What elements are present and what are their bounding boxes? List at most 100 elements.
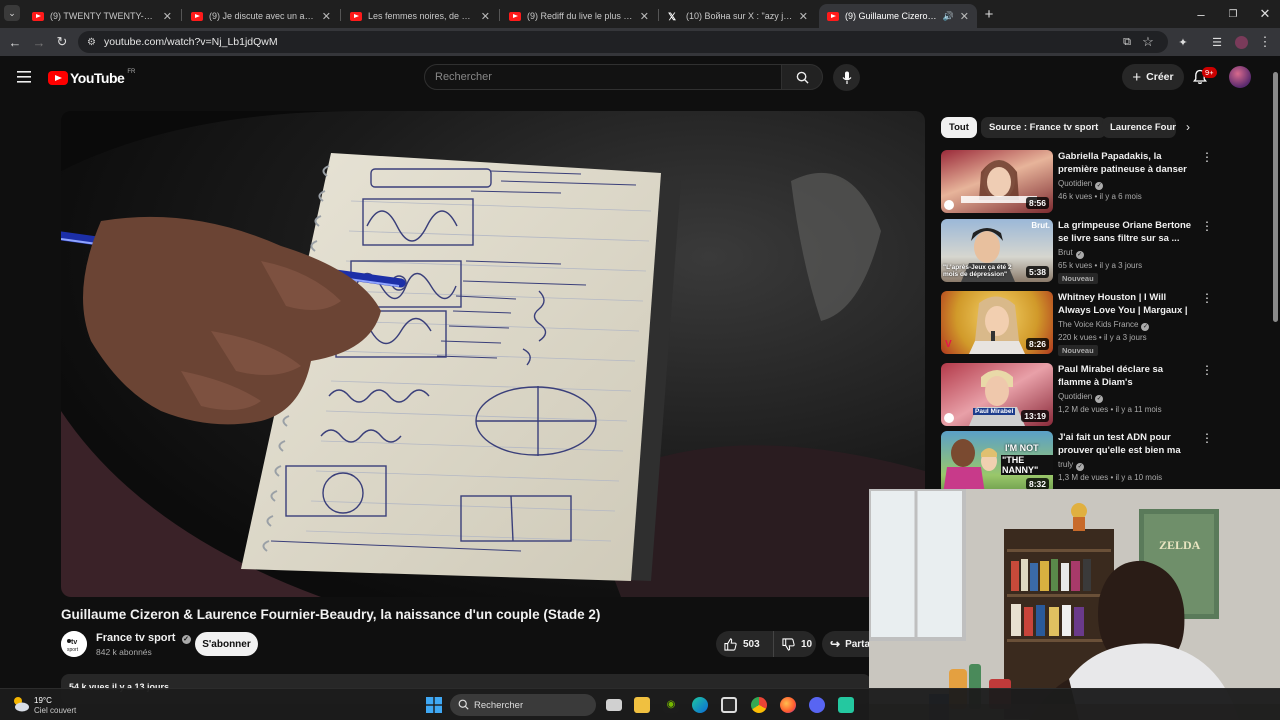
- video-frame-notebook: [61, 111, 925, 597]
- tab-4[interactable]: (9) Rediff du live le plus dur de ✕: [501, 4, 657, 28]
- channel-name[interactable]: France tv sport ✓: [96, 632, 191, 644]
- recommendation-title[interactable]: J'ai fait un test ADN pour prouver qu'el…: [1058, 431, 1198, 458]
- nvidia-icon[interactable]: ◉: [663, 697, 679, 713]
- taskbar-search[interactable]: Rechercher: [450, 694, 596, 716]
- subscribe-button[interactable]: S'abonner: [195, 632, 258, 656]
- forward-arrow-icon[interactable]: →: [30, 33, 48, 51]
- firefox-icon[interactable]: [780, 697, 796, 713]
- site-info-icon[interactable]: ⚙: [87, 37, 96, 48]
- create-button[interactable]: + Créer: [1122, 64, 1184, 90]
- recommendation-channel[interactable]: Brut ✓: [1058, 248, 1084, 259]
- chip-laurence[interactable]: Laurence Fourn: [1102, 117, 1176, 138]
- scrollbar-thumb[interactable]: [1273, 72, 1278, 322]
- bookmark-star-icon[interactable]: ☆: [1139, 33, 1157, 51]
- recommendation-channel[interactable]: Quotidien ✓: [1058, 179, 1104, 190]
- profile-icon[interactable]: [1232, 33, 1250, 51]
- thumbs-up-icon: [724, 637, 737, 651]
- search-input[interactable]: Rechercher: [424, 64, 782, 90]
- thumbnail-caption: Paul Mirabel: [973, 408, 1016, 415]
- extensions-icon[interactable]: ✦: [1174, 33, 1192, 51]
- more-options-icon[interactable]: ⋮: [1201, 292, 1213, 304]
- recommendation-item[interactable]: I'M NOT "THE NANNY" 8:32 J'ai fait un te…: [941, 431, 1213, 495]
- video-thumbnail[interactable]: V 8:26: [941, 291, 1053, 354]
- chip-all[interactable]: Tout: [941, 117, 977, 138]
- video-thumbnail[interactable]: I'M NOT "THE NANNY" 8:32: [941, 431, 1053, 494]
- chip-source[interactable]: Source : France tv sport: [981, 117, 1107, 138]
- close-icon[interactable]: ✕: [163, 10, 172, 23]
- video-player[interactable]: [61, 111, 925, 597]
- more-options-icon[interactable]: ⋮: [1201, 364, 1213, 376]
- close-icon[interactable]: ✕: [322, 10, 331, 23]
- tab-5[interactable]: 𝕏 (10) Война sur X : "azy j'veux b ✕: [660, 4, 816, 28]
- video-thumbnail[interactable]: Brut. "L'après-Jeux ça été 2 mois de dép…: [941, 219, 1053, 282]
- chrome-icon[interactable]: [751, 697, 767, 713]
- verified-check-icon: ✓: [1075, 251, 1084, 259]
- more-options-icon[interactable]: ⋮: [1201, 432, 1213, 444]
- voice-search-button[interactable]: [833, 64, 860, 91]
- close-window-button[interactable]: ✕: [1256, 5, 1274, 23]
- windows-start-icon[interactable]: [426, 697, 442, 713]
- task-view-icon[interactable]: [606, 699, 622, 711]
- weather-widget[interactable]: 19°C Ciel couvert: [12, 694, 132, 716]
- browser-tab-bar: ⌄ (9) TWENTY TWENTY-FIVE ⭐ ✕ (9) Je disc…: [0, 0, 1280, 28]
- search-button[interactable]: [781, 64, 823, 90]
- recommendation-title[interactable]: La grimpeuse Oriane Bertone se livre san…: [1058, 219, 1198, 245]
- speaker-icon[interactable]: 🔊: [943, 11, 954, 22]
- minimize-button[interactable]: –: [1192, 5, 1210, 23]
- subscriber-count: 842 k abonnés: [96, 647, 152, 657]
- store-icon[interactable]: [721, 697, 737, 713]
- recommendation-title[interactable]: Whitney Houston | I Will Always Love You…: [1058, 291, 1198, 318]
- discord-icon[interactable]: [809, 697, 825, 713]
- reload-icon[interactable]: ↻: [53, 33, 71, 51]
- tab-search-icon[interactable]: ⌄: [4, 5, 20, 21]
- new-badge: Nouveau: [1058, 345, 1098, 356]
- address-bar[interactable]: ⚙ youtube.com/watch?v=Nj_Lb1jdQwM: [78, 31, 1168, 53]
- recommendation-title[interactable]: Gabriella Papadakis, la première patineu…: [1058, 150, 1198, 177]
- verified-check-icon: ✓: [181, 635, 191, 644]
- recommendation-meta: 1,3 M de vues • il y a 10 mois: [1058, 473, 1163, 482]
- reading-list-icon[interactable]: ☰: [1208, 33, 1226, 51]
- video-thumbnail[interactable]: Paul Mirabel 13:19: [941, 363, 1053, 426]
- tab-1[interactable]: (9) TWENTY TWENTY-FIVE ⭐ ✕: [24, 4, 180, 28]
- youtube-icon: [32, 11, 44, 21]
- edge-icon[interactable]: [692, 697, 708, 713]
- cast-icon[interactable]: ⧉: [1118, 33, 1136, 51]
- tab-3[interactable]: Les femmes noires, de plus en ✕: [342, 4, 498, 28]
- video-thumbnail[interactable]: 8:56: [941, 150, 1053, 213]
- recommendation-meta: 220 k vues • il y a 3 jours: [1058, 333, 1147, 342]
- restore-button[interactable]: ❐: [1224, 5, 1242, 23]
- youtube-logo[interactable]: YouTube FR: [48, 69, 135, 86]
- recommendation-channel[interactable]: truly ✓: [1058, 460, 1085, 471]
- share-arrow-icon: ↪: [830, 637, 841, 651]
- close-icon[interactable]: ✕: [640, 10, 649, 23]
- youtube-icon: [191, 11, 203, 21]
- back-arrow-icon[interactable]: ←: [6, 33, 24, 51]
- new-tab-button[interactable]: +: [980, 5, 998, 23]
- page-scrollbar[interactable]: [1271, 56, 1280, 486]
- file-explorer-icon[interactable]: [634, 697, 650, 713]
- recommendation-channel[interactable]: The Voice Kids France ✓: [1058, 320, 1150, 331]
- recommendation-item[interactable]: V 8:26 Whitney Houston | I Will Always L…: [941, 291, 1213, 356]
- tab-2[interactable]: (9) Je discute avec un ancien d ✕: [183, 4, 339, 28]
- youtube-play-icon: [48, 71, 68, 85]
- more-options-icon[interactable]: ⋮: [1201, 220, 1213, 232]
- more-options-icon[interactable]: ⋮: [1201, 151, 1213, 163]
- recommendation-item[interactable]: Brut. "L'après-Jeux ça été 2 mois de dép…: [941, 219, 1213, 284]
- dislike-button[interactable]: 10: [774, 631, 812, 657]
- recommendation-title[interactable]: Paul Mirabel déclare sa flamme à Diam's: [1058, 363, 1198, 389]
- recommendation-item[interactable]: 8:56 Gabriella Papadakis, la première pa…: [941, 150, 1213, 214]
- hamburger-menu-icon[interactable]: [17, 70, 31, 83]
- app-icon[interactable]: [838, 697, 854, 713]
- tab-6-active[interactable]: (9) Guillaume Cizeron & La 🔊 ✕: [819, 4, 977, 28]
- recommendation-channel[interactable]: Quotidien ✓: [1058, 392, 1104, 403]
- close-icon[interactable]: ✕: [481, 10, 490, 23]
- like-button[interactable]: 503: [716, 631, 774, 657]
- close-icon[interactable]: ✕: [799, 10, 808, 23]
- menu-dots-icon[interactable]: ⋮: [1256, 33, 1274, 51]
- chevron-right-icon[interactable]: ›: [1186, 120, 1190, 134]
- video-duration: 8:56: [1025, 197, 1049, 209]
- recommendation-item[interactable]: Paul Mirabel 13:19 Paul Mirabel déclare …: [941, 363, 1213, 427]
- channel-avatar[interactable]: tv sport: [61, 631, 87, 657]
- account-avatar[interactable]: [1229, 66, 1251, 88]
- close-icon[interactable]: ✕: [960, 10, 969, 23]
